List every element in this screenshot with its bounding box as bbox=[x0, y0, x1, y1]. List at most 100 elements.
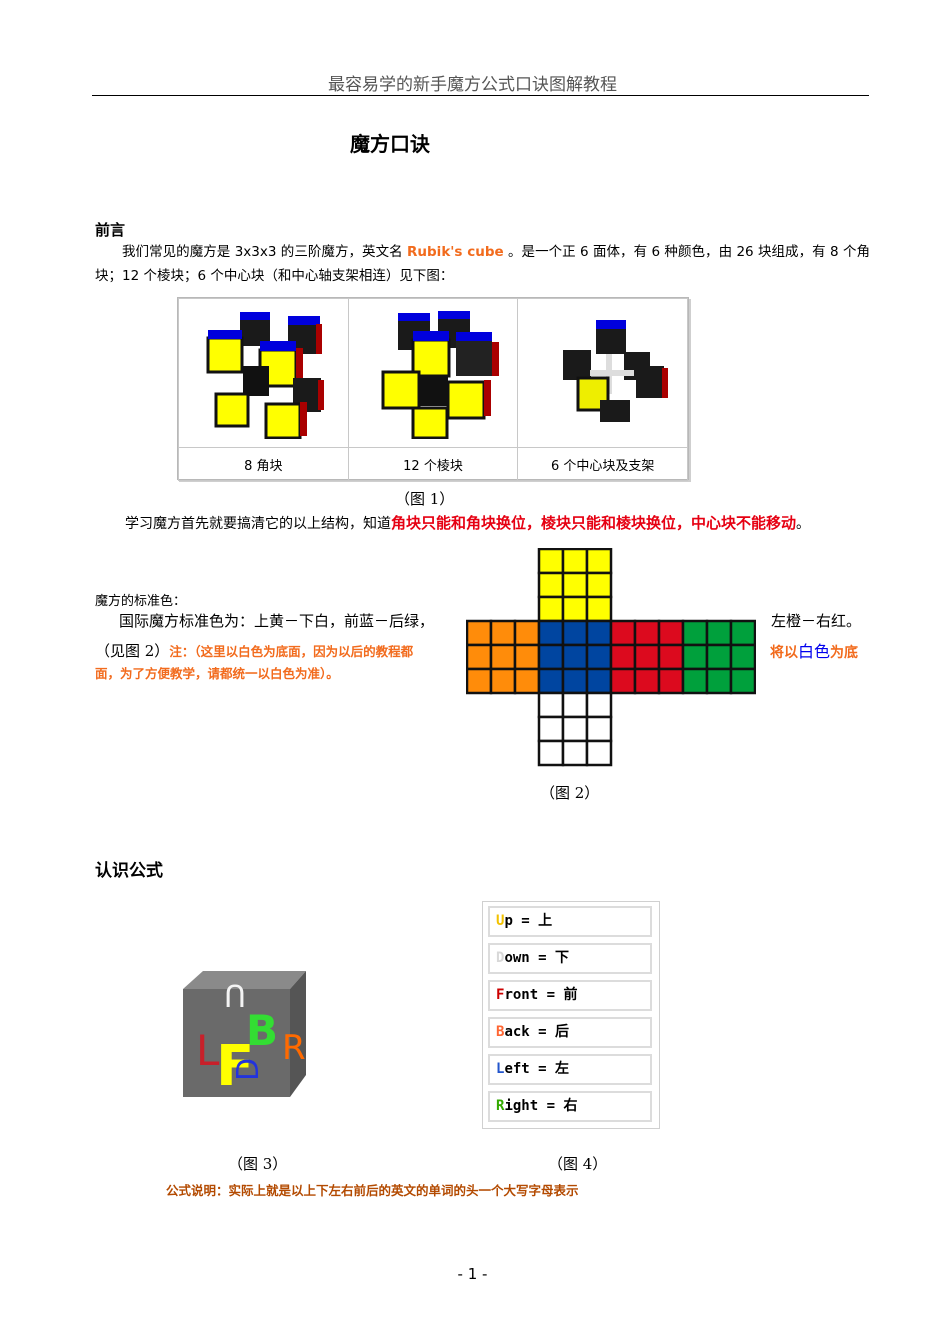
sticker bbox=[681, 643, 709, 671]
move-row-u: Up = 上 bbox=[488, 906, 652, 937]
sticker bbox=[513, 619, 541, 647]
sticker bbox=[585, 619, 613, 647]
sticker bbox=[705, 619, 733, 647]
sticker bbox=[705, 667, 733, 695]
sticker bbox=[466, 643, 493, 671]
standard-colors-heading: 魔方的标准色： bbox=[95, 594, 187, 609]
sticker bbox=[489, 619, 517, 647]
edge-pieces-image bbox=[347, 298, 519, 448]
sticker bbox=[609, 667, 637, 695]
sticker bbox=[657, 619, 685, 647]
cube-pieces bbox=[381, 310, 499, 439]
white-bottom-note: 注：（这里以白色为底面，因为以后的教程都 bbox=[169, 644, 414, 659]
structure-note-lead: 学习魔方首先就要搞清它的以上结构，知道 bbox=[125, 516, 391, 532]
sticker bbox=[657, 643, 685, 671]
move-meaning: p = 上 bbox=[504, 913, 553, 929]
up-face bbox=[537, 548, 613, 623]
sticker bbox=[681, 619, 709, 647]
sticker bbox=[561, 571, 589, 599]
sticker bbox=[489, 667, 517, 695]
standard-colors-line-1: 国际魔方标准色为：上黄－下白，前蓝－后绿， bbox=[119, 612, 435, 630]
figure-1-caption: （图 1） bbox=[395, 490, 455, 508]
note-white: 白 bbox=[798, 642, 815, 661]
sticker bbox=[537, 619, 565, 647]
sticker bbox=[513, 667, 541, 695]
figure-4-caption: （图 4） bbox=[548, 1155, 608, 1173]
cube-pieces bbox=[562, 319, 668, 422]
sticker bbox=[633, 643, 661, 671]
standard-colors-line-1-right: 左橙－右红。 bbox=[771, 612, 862, 630]
sticker bbox=[537, 548, 565, 575]
sticker bbox=[561, 691, 589, 719]
letter-U: U bbox=[224, 977, 246, 1012]
sticker bbox=[585, 715, 613, 743]
move-meaning: ack = 后 bbox=[504, 1024, 570, 1040]
structure-note-end: 。 bbox=[796, 516, 811, 532]
see-figure-2: （见图 2） bbox=[95, 642, 170, 660]
standard-colors-line-2: （见图 2）注：（这里以白色为底面，因为以后的教程都 bbox=[95, 640, 413, 661]
header-rule bbox=[92, 95, 869, 96]
sticker bbox=[537, 643, 565, 671]
sticker bbox=[729, 667, 756, 695]
move-meaning: own = 下 bbox=[504, 950, 570, 966]
sticker bbox=[585, 548, 613, 575]
note-text: 为底 bbox=[830, 645, 859, 661]
sticker bbox=[466, 667, 493, 695]
page-number: - 1 - bbox=[457, 1265, 488, 1283]
sticker bbox=[585, 667, 613, 695]
sticker bbox=[609, 619, 637, 647]
figure-2-caption: （图 2） bbox=[540, 784, 600, 802]
sticker bbox=[585, 739, 613, 767]
back-face bbox=[681, 619, 756, 695]
sticker bbox=[537, 667, 565, 695]
sticker bbox=[466, 619, 493, 647]
sticker bbox=[513, 643, 541, 671]
sticker bbox=[657, 667, 685, 695]
sticker bbox=[585, 571, 613, 599]
move-meaning: ront = 前 bbox=[504, 987, 578, 1003]
move-notation-table: Up = 上 Down = 下 Front = 前 Back = 后 Left = 左 R… bbox=[482, 901, 660, 1129]
sticker bbox=[537, 739, 565, 767]
letter-D: D bbox=[231, 1058, 266, 1081]
cube-pieces bbox=[206, 311, 325, 439]
standard-colors-line-3: 面，为了方便教学，请都统一以白色为准）。 bbox=[95, 666, 339, 681]
sticker bbox=[705, 643, 733, 671]
preface-text-a: 我们常见的魔方是 3x3x3 的三阶魔方，英文名 bbox=[122, 244, 408, 260]
sticker bbox=[537, 595, 565, 623]
preface-heading: 前言 bbox=[95, 221, 126, 239]
corner-pieces-illustration bbox=[206, 311, 325, 439]
sticker bbox=[633, 667, 661, 695]
right-face bbox=[609, 619, 685, 695]
document-title: 魔方口诀 bbox=[350, 132, 430, 156]
edge-pieces-illustration bbox=[381, 310, 499, 439]
formula-note: 公式说明：实际上就是以上下左右前后的英文的单词的头一个大写字母表示 bbox=[166, 1183, 579, 1198]
sticker bbox=[561, 619, 589, 647]
sticker bbox=[585, 691, 613, 719]
sticker bbox=[561, 739, 589, 767]
sticker bbox=[681, 667, 709, 695]
sticker bbox=[729, 643, 756, 671]
letter-cube-figure: U L F B R D bbox=[183, 971, 306, 1099]
sticker bbox=[537, 715, 565, 743]
move-row-l: Left = 左 bbox=[488, 1054, 652, 1085]
left-face bbox=[466, 619, 541, 695]
sticker bbox=[585, 595, 613, 623]
figure-1-label: 6 个中心块及支架 bbox=[517, 447, 688, 481]
preface-paragraph: 我们常见的魔方是 3x3x3 的三阶魔方，英文名 Rubik's cube 。是… bbox=[95, 240, 870, 288]
sticker bbox=[561, 643, 589, 671]
note-text: 将以 bbox=[770, 645, 798, 661]
sticker bbox=[561, 667, 589, 695]
note-color: 色 bbox=[814, 642, 831, 661]
header-title: 最容易学的新手魔方公式口诀图解教程 bbox=[328, 75, 617, 95]
sticker bbox=[609, 643, 637, 671]
sticker bbox=[729, 619, 756, 647]
rubiks-cube-term: Rubik's cube bbox=[407, 244, 504, 260]
move-meaning: ight = 右 bbox=[504, 1098, 578, 1114]
sticker bbox=[561, 548, 589, 575]
move-row-d: Down = 下 bbox=[488, 943, 652, 974]
sticker bbox=[561, 595, 589, 623]
move-row-r: Right = 右 bbox=[488, 1091, 652, 1122]
figure-1-table: 8 角块 12 个棱块 6 个中心块及支架 bbox=[177, 297, 689, 481]
center-pieces-illustration bbox=[562, 319, 668, 422]
formula-heading: 认识公式 bbox=[95, 861, 163, 881]
